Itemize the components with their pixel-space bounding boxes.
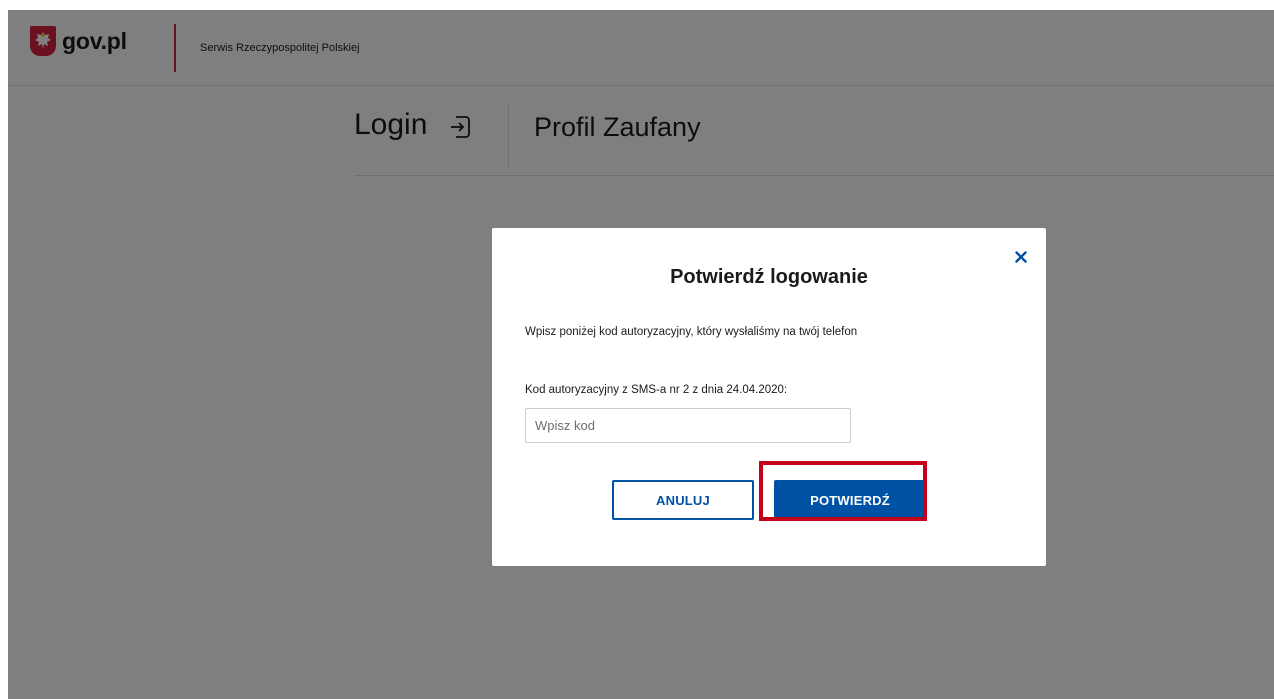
page: gov.pl Serwis Rzeczypospolitej Polskiej … [8, 10, 1274, 699]
cancel-button[interactable]: ANULUJ [612, 480, 754, 520]
confirm-button[interactable]: POTWIERDŹ [774, 480, 926, 520]
auth-code-label: Kod autoryzacyjny z SMS-a nr 2 z dnia 24… [525, 384, 788, 396]
auth-code-input[interactable] [525, 408, 851, 443]
dialog-title: Potwierdź logowanie [670, 266, 868, 288]
close-button[interactable] [1010, 246, 1032, 268]
close-icon [1015, 251, 1027, 263]
dialog-description: Wpisz poniżej kod autoryzacyjny, który w… [525, 326, 858, 338]
confirm-login-dialog: Potwierdź logowanie Wpisz poniżej kod au… [492, 228, 1046, 566]
